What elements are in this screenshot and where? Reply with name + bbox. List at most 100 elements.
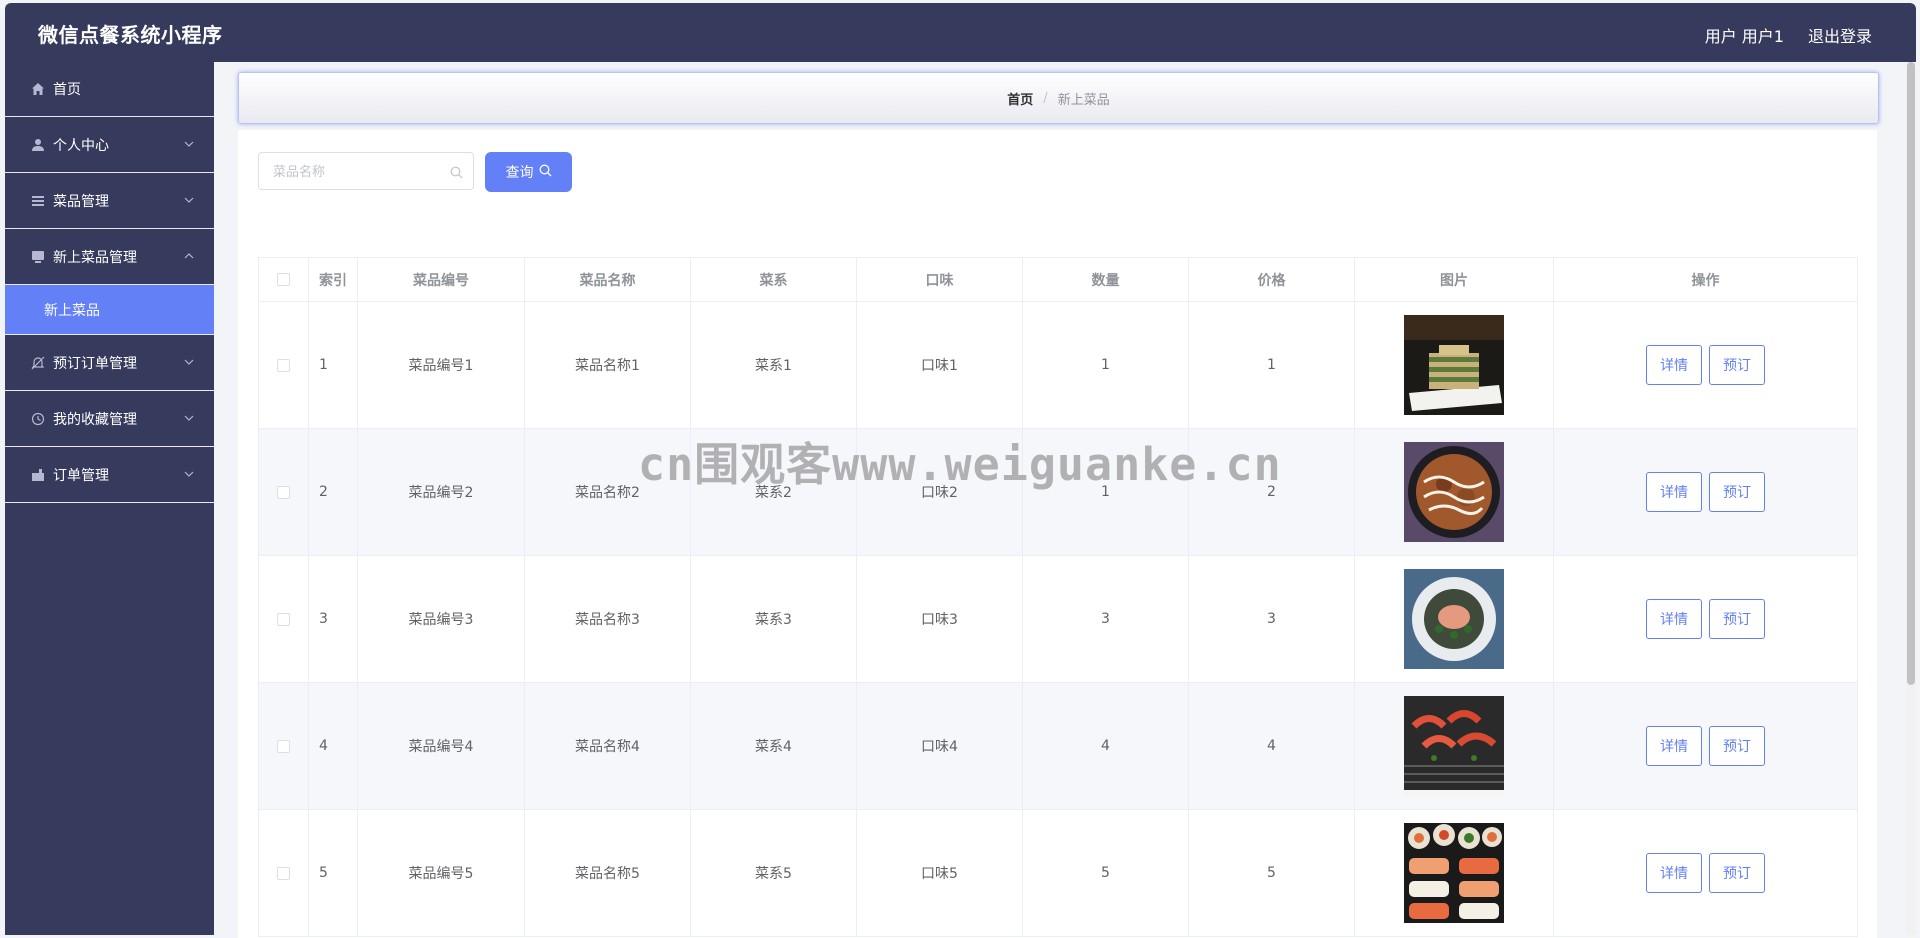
select-all-checkbox[interactable] (277, 273, 290, 286)
sidebar-item-reservation-orders[interactable]: 预订订单管理 (5, 335, 214, 391)
row-select-cell (259, 302, 309, 428)
index-cell: 2 (309, 429, 358, 555)
row-checkbox[interactable] (277, 866, 290, 880)
cuisine-cell: 菜系1 (691, 302, 857, 428)
sidebar-item-home[interactable]: 首页 (5, 62, 214, 117)
dish-name-cell: 菜品名称5 (525, 810, 691, 936)
query-button-label: 查询 (505, 165, 534, 181)
breadcrumb: 首页 / 新上菜品 (238, 72, 1879, 124)
column-header: 图片 (1355, 258, 1554, 301)
chevron-down-icon (184, 193, 194, 209)
chevron-down-icon (184, 411, 194, 427)
sidebar-item-label: 首页 (53, 82, 81, 98)
column-header: 操作 (1691, 272, 1720, 289)
dish-name-search-input[interactable] (259, 153, 455, 191)
row-checkbox[interactable] (277, 739, 290, 753)
row-checkbox[interactable] (277, 485, 290, 499)
detail-button[interactable]: 详情 (1646, 853, 1702, 893)
logout-link[interactable]: 退出登录 (1808, 23, 1872, 47)
header-select-all (259, 258, 309, 301)
dish-code-cell: 菜品编号3 (358, 556, 525, 682)
dish-name-cell: 菜品名称1 (525, 302, 691, 428)
image-cell (1355, 302, 1554, 428)
sidebar-item-new-dish-management[interactable]: 新上菜品管理 (5, 229, 214, 285)
reserve-button[interactable]: 预订 (1709, 345, 1765, 385)
row-checkbox[interactable] (277, 612, 290, 626)
row-select-cell (259, 556, 309, 682)
dish-code-cell: 菜品编号1 (358, 302, 525, 428)
column-header: 索引 (309, 258, 358, 301)
dish-photo-layered-cake[interactable] (1404, 315, 1504, 415)
sidebar-item-label: 订单管理 (53, 467, 109, 484)
quantity-cell: 1 (1023, 429, 1189, 555)
quantity-cell: 1 (1023, 302, 1189, 428)
chevron-up-icon (184, 249, 194, 265)
query-button[interactable]: 查询 (485, 152, 572, 192)
search-icon (539, 164, 552, 181)
table-row: 1 菜品编号1 菜品名称1 菜系1 口味1 1 1 详情 预订 (259, 302, 1857, 429)
cuisine-cell: 菜系5 (691, 810, 857, 936)
dish-name-cell: 菜品名称3 (525, 556, 691, 682)
dish-photo-plated-salmon[interactable] (1404, 569, 1504, 669)
dish-name-cell: 菜品名称2 (525, 429, 691, 555)
sidebar-item-order-management[interactable]: 订单管理 (5, 447, 214, 503)
home-icon (29, 80, 47, 98)
column-header: 菜品编号 (358, 258, 525, 301)
column-header: 菜系 (691, 258, 857, 301)
column-header: 口味 (857, 258, 1023, 301)
sidebar-item-dish-management[interactable]: 菜品管理 (5, 173, 214, 229)
monitor-icon (29, 248, 47, 266)
row-checkbox[interactable] (277, 358, 290, 372)
breadcrumb-home[interactable]: 首页 (1007, 89, 1033, 108)
index-cell: 4 (309, 683, 358, 809)
dish-code-cell: 菜品编号5 (358, 810, 525, 936)
quantity-cell: 4 (1023, 683, 1189, 809)
quantity-cell: 5 (1023, 810, 1189, 936)
user-icon (29, 136, 47, 154)
column-header: 价格 (1189, 258, 1355, 301)
detail-button[interactable]: 详情 (1646, 599, 1702, 639)
flavor-cell: 口味4 (857, 683, 1023, 809)
bell-off-icon (29, 354, 47, 372)
table-row: 5 菜品编号5 菜品名称5 菜系5 口味5 5 5 详情 预订 (259, 810, 1857, 937)
clock-icon (29, 410, 47, 428)
reserve-button[interactable]: 预订 (1709, 726, 1765, 766)
flavor-cell: 口味1 (857, 302, 1023, 428)
price-cell: 2 (1189, 429, 1355, 555)
detail-button[interactable]: 详情 (1646, 345, 1702, 385)
actions-cell: 详情 预订 (1554, 556, 1857, 682)
row-select-cell (259, 429, 309, 555)
column-header: 数量 (1023, 258, 1189, 301)
image-cell (1355, 683, 1554, 809)
dish-photo-grilled-shrimp[interactable] (1404, 696, 1504, 796)
actions-cell: 详情 预订 (1554, 683, 1857, 809)
sidebar-item-favorites[interactable]: 我的收藏管理 (5, 391, 214, 447)
search-icon (450, 164, 463, 183)
dish-name-cell: 菜品名称4 (525, 683, 691, 809)
index-cell: 5 (309, 810, 358, 936)
sidebar-subitem-label: 新上菜品 (44, 302, 100, 319)
image-cell (1355, 429, 1554, 555)
price-cell: 5 (1189, 810, 1355, 936)
dish-photo-okonomiyaki[interactable] (1404, 442, 1504, 542)
detail-button[interactable]: 详情 (1646, 726, 1702, 766)
row-select-cell (259, 810, 309, 936)
dish-photo-sushi-platter[interactable] (1404, 823, 1504, 923)
search-field (258, 152, 474, 191)
reserve-button[interactable]: 预订 (1709, 599, 1765, 639)
breadcrumb-separator: / (1043, 90, 1048, 106)
sidebar-item-label: 个人中心 (53, 137, 109, 154)
briefcase-icon (29, 466, 47, 484)
sidebar-item-label: 我的收藏管理 (53, 411, 137, 428)
vertical-scrollbar[interactable] (1906, 62, 1916, 935)
dish-code-cell: 菜品编号4 (358, 683, 525, 809)
app-title: 微信点餐系统小程序 (38, 23, 223, 47)
reserve-button[interactable]: 预订 (1709, 472, 1765, 512)
reserve-button[interactable]: 预订 (1709, 853, 1765, 893)
sidebar-item-personal-center[interactable]: 个人中心 (5, 117, 214, 173)
detail-button[interactable]: 详情 (1646, 472, 1702, 512)
sidebar-subitem-new-dishes[interactable]: 新上菜品 (5, 285, 214, 335)
actions-cell: 详情 预订 (1554, 302, 1857, 428)
cuisine-cell: 菜系2 (691, 429, 857, 555)
scrollbar-thumb[interactable] (1907, 62, 1915, 685)
